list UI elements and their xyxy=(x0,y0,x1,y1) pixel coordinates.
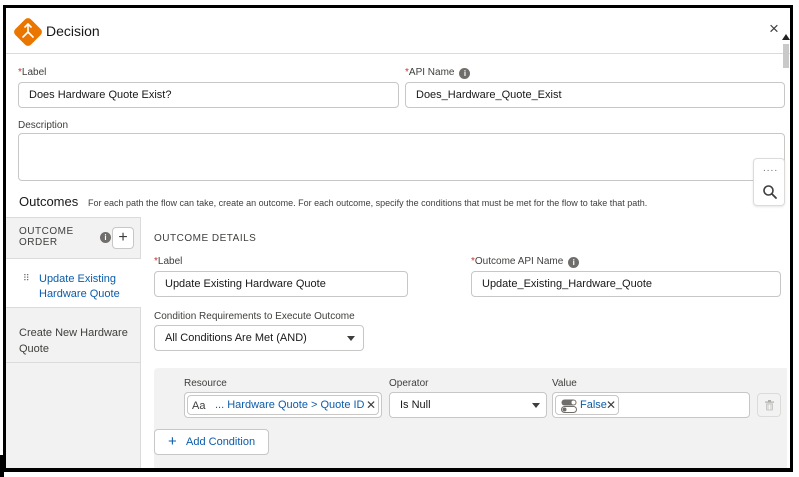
text-type-icon: Aa xyxy=(192,400,206,412)
label-field-label: *Label xyxy=(18,67,47,78)
outcome-item-update-existing[interactable]: ⠿ Update Existing Hardware Quote xyxy=(6,259,142,307)
description-textarea[interactable] xyxy=(18,133,785,181)
nav-divider xyxy=(6,307,141,308)
boolean-toggle-icon xyxy=(561,399,577,413)
add-condition-button[interactable]: + Add Condition xyxy=(154,429,269,455)
remove-resource-icon[interactable]: ✕ xyxy=(366,396,376,414)
edge-mark xyxy=(0,455,4,477)
chevron-down-icon xyxy=(347,336,355,341)
modal-header: Decision × xyxy=(6,8,790,54)
operator-value: Is Null xyxy=(400,399,431,411)
search-icon[interactable] xyxy=(762,184,778,200)
resource-input[interactable]: Aa ... Hardware Quote > Quote ID ✕ xyxy=(184,392,382,418)
remove-value-icon[interactable]: ✕ xyxy=(606,396,616,414)
drag-grip-icon[interactable]: ⠿ xyxy=(23,274,30,283)
condition-requirements-label: Condition Requirements to Execute Outcom… xyxy=(154,311,355,322)
outcome-item-label: Update Existing Hardware Quote xyxy=(39,273,120,300)
label-input[interactable]: Does Hardware Quote Exist? xyxy=(18,82,399,108)
trash-icon xyxy=(765,400,774,411)
api-name-field-label: *API Name i xyxy=(405,67,471,79)
value-input[interactable]: False ✕ xyxy=(552,392,750,418)
plus-icon: + xyxy=(168,433,177,450)
decision-branch-icon xyxy=(22,23,34,38)
resource-pill[interactable]: Aa ... Hardware Quote > Quote ID ✕ xyxy=(187,395,379,415)
operator-select[interactable]: Is Null xyxy=(389,392,547,418)
info-icon[interactable]: i xyxy=(459,68,471,79)
close-icon[interactable]: × xyxy=(769,20,779,37)
outcome-details-heading: OUTCOME DETAILS xyxy=(154,233,257,244)
outcome-label-input[interactable]: Update Existing Hardware Quote xyxy=(154,271,408,297)
add-condition-label: Add Condition xyxy=(186,436,256,448)
api-name-input[interactable]: Does_Hardware_Quote_Exist xyxy=(405,82,785,108)
delete-condition-button[interactable] xyxy=(757,393,781,417)
decision-modal: Decision × *Label Does Hardware Quote Ex… xyxy=(3,5,793,472)
chevron-down-icon xyxy=(532,403,540,408)
description-label: Description xyxy=(18,120,69,131)
outcome-order-nav: OUTCOME ORDER i + ⠿ Update Existing Hard… xyxy=(6,217,142,468)
drag-handle-icon[interactable]: .... xyxy=(763,163,778,174)
value-pill[interactable]: False ✕ xyxy=(555,395,619,415)
outcome-api-name-field-label: *Outcome API Name i xyxy=(471,256,580,268)
condition-requirements-select[interactable]: All Conditions Are Met (AND) xyxy=(154,325,364,351)
outcomes-description: For each path the flow can take, create … xyxy=(88,198,648,208)
operator-label: Operator xyxy=(389,378,429,389)
value-pill-label: False xyxy=(580,399,607,411)
info-icon[interactable]: i xyxy=(568,257,580,268)
resource-pill-label: ... Hardware Quote > Quote ID xyxy=(215,399,365,411)
toolbox-panel: .... xyxy=(753,158,785,206)
value-label: Value xyxy=(552,378,577,389)
outcome-api-name-input[interactable]: Update_Existing_Hardware_Quote xyxy=(471,271,781,297)
info-icon[interactable]: i xyxy=(100,232,111,243)
modal-title: Decision xyxy=(46,23,100,39)
outcome-label-field-label: *Label xyxy=(154,256,183,267)
add-outcome-button[interactable]: + xyxy=(112,227,134,249)
outcomes-heading: Outcomes xyxy=(19,194,79,209)
condition-requirements-value: All Conditions Are Met (AND) xyxy=(165,332,307,344)
outcome-order-label: OUTCOME ORDER xyxy=(19,226,74,248)
scrollbar-up-arrow[interactable] xyxy=(782,34,790,40)
nav-divider xyxy=(6,362,141,363)
scrollbar-thumb[interactable] xyxy=(783,44,789,68)
outcome-item-create-new[interactable]: Create New Hardware Quote xyxy=(19,325,131,357)
conditions-panel xyxy=(154,368,787,468)
resource-label: Resource xyxy=(184,378,227,389)
